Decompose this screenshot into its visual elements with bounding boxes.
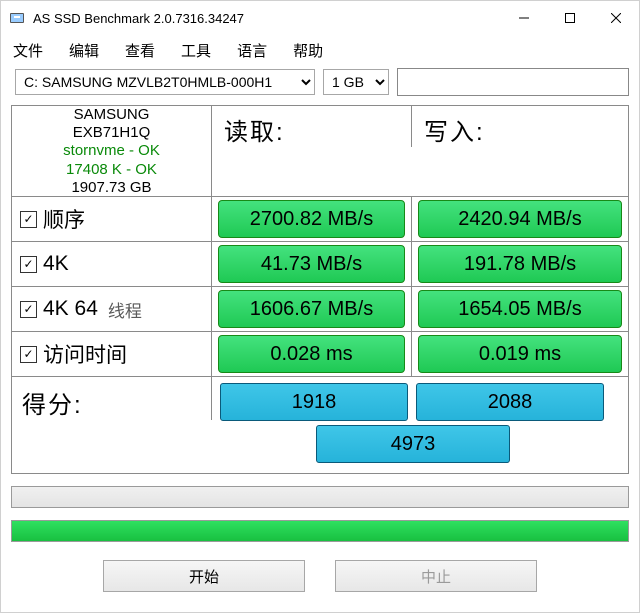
test-4k64-label: 4K 64 xyxy=(43,297,98,321)
header-row: SAMSUNG EXB71H1Q stornvme - OK 17408 K -… xyxy=(12,106,628,197)
score-write: 2088 xyxy=(416,383,604,421)
drive-firmware: EXB71H1Q xyxy=(73,124,151,141)
row-score: 得分: 1918 2088 4973 xyxy=(12,377,628,473)
toolbar-field[interactable] xyxy=(397,68,629,96)
test-4k-cell: 4K xyxy=(12,242,212,286)
checkbox-4k64[interactable] xyxy=(20,301,37,318)
test-4k64-cell: 4K 64 线程 xyxy=(12,287,212,331)
score-total: 4973 xyxy=(316,425,510,463)
acc-write: 0.019 ms xyxy=(418,335,622,373)
drive-info: SAMSUNG EXB71H1Q stornvme - OK 17408 K -… xyxy=(12,106,212,196)
toolbar: C: SAMSUNG MZVLB2T0HMLB-000H1 1 GB xyxy=(1,65,639,99)
seq-write: 2420.94 MB/s xyxy=(418,200,622,238)
stop-button[interactable]: 中止 xyxy=(335,560,537,592)
test-seq-cell: 顺序 xyxy=(12,197,212,241)
menu-file[interactable]: 文件 xyxy=(13,40,43,61)
seq-read: 2700.82 MB/s xyxy=(218,200,405,238)
k4-read: 41.73 MB/s xyxy=(218,245,405,283)
progress-current xyxy=(11,486,629,508)
test-access-cell: 访问时间 xyxy=(12,332,212,376)
test-seq-label: 顺序 xyxy=(43,204,85,234)
acc-read: 0.028 ms xyxy=(218,335,405,373)
close-button[interactable] xyxy=(593,1,639,35)
row-4k: 4K 41.73 MB/s 191.78 MB/s xyxy=(12,242,628,287)
k4-write: 191.78 MB/s xyxy=(418,245,622,283)
column-header-read: 读取: xyxy=(212,106,412,147)
button-row: 开始 中止 xyxy=(1,560,639,592)
driver-status: stornvme - OK xyxy=(63,142,160,159)
test-4k64-threads: 线程 xyxy=(108,297,142,322)
row-access: 访问时间 0.028 ms 0.019 ms xyxy=(12,332,628,377)
checkbox-4k[interactable] xyxy=(20,256,37,273)
progress-overall xyxy=(11,520,629,542)
score-area: 1918 2088 4973 xyxy=(212,377,628,473)
maximize-button[interactable] xyxy=(547,1,593,35)
minimize-icon xyxy=(519,13,529,23)
column-header-write: 写入: xyxy=(412,106,628,147)
maximize-icon xyxy=(565,13,575,23)
size-select[interactable]: 1 GB xyxy=(323,69,389,95)
window-title: AS SSD Benchmark 2.0.7316.34247 xyxy=(33,11,501,26)
test-4k-label: 4K xyxy=(43,252,69,276)
score-label: 得分: xyxy=(12,377,212,420)
menu-tools[interactable]: 工具 xyxy=(181,40,211,61)
align-status: 17408 K - OK xyxy=(66,161,157,178)
k4_64-write: 1654.05 MB/s xyxy=(418,290,622,328)
menu-bar: 文件 编辑 查看 工具 语言 帮助 xyxy=(1,35,639,65)
title-bar: AS SSD Benchmark 2.0.7316.34247 xyxy=(1,1,639,35)
menu-language[interactable]: 语言 xyxy=(237,40,267,61)
app-window: AS SSD Benchmark 2.0.7316.34247 文件 编辑 查看… xyxy=(0,0,640,613)
app-icon xyxy=(9,10,25,26)
checkbox-access[interactable] xyxy=(20,346,37,363)
menu-view[interactable]: 查看 xyxy=(125,40,155,61)
score-read: 1918 xyxy=(220,383,408,421)
drive-select[interactable]: C: SAMSUNG MZVLB2T0HMLB-000H1 xyxy=(15,69,315,95)
row-4k64: 4K 64 线程 1606.67 MB/s 1654.05 MB/s xyxy=(12,287,628,332)
row-seq: 顺序 2700.82 MB/s 2420.94 MB/s xyxy=(12,197,628,242)
close-icon xyxy=(611,13,621,23)
results-table: SAMSUNG EXB71H1Q stornvme - OK 17408 K -… xyxy=(11,105,629,474)
start-button[interactable]: 开始 xyxy=(103,560,305,592)
menu-help[interactable]: 帮助 xyxy=(293,40,323,61)
drive-capacity: 1907.73 GB xyxy=(71,179,151,196)
menu-edit[interactable]: 编辑 xyxy=(69,40,99,61)
minimize-button[interactable] xyxy=(501,1,547,35)
checkbox-seq[interactable] xyxy=(20,211,37,228)
drive-model: SAMSUNG xyxy=(74,106,150,123)
test-access-label: 访问时间 xyxy=(43,339,127,369)
k4_64-read: 1606.67 MB/s xyxy=(218,290,405,328)
